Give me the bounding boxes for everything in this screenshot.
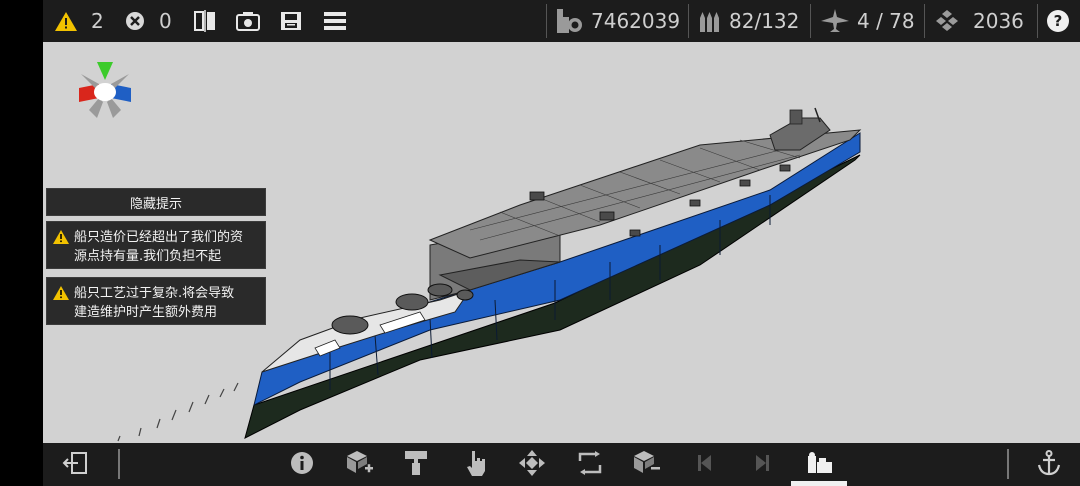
bottom-toolbar [43,443,1080,486]
error-count: 0 [159,9,172,33]
warning-icon [53,286,71,306]
remove-block-button[interactable] [626,443,666,486]
select-button[interactable] [456,443,496,486]
add-block-button[interactable] [339,443,379,486]
paint-button[interactable] [396,443,436,486]
resources-indicator[interactable]: 2036 [935,0,1024,42]
plane-icon [821,9,849,33]
anchor-icon [1037,449,1061,480]
mirror-icon [193,10,217,32]
hint-text-line: 建造维护时产生额外费用 [74,305,218,320]
prev-icon [695,453,715,477]
resources-value: 2036 [973,9,1024,33]
cost-indicator[interactable]: 7462039 [557,0,680,42]
active-tool-indicator [791,481,847,486]
prev-button[interactable] [685,443,725,486]
hide-hints-button[interactable]: 隐藏提示 [46,188,266,216]
error-circle-icon [125,11,145,31]
3d-viewport[interactable]: 隐藏提示 船只造价已经超出了我们的资 源点持有量.我们负担不起 船只工艺过于复杂… [43,0,1080,486]
paint-roller-icon [404,450,428,480]
warning-icon [53,230,71,250]
hint-text-line: 船只造价已经超出了我们的资 [74,230,244,245]
remove-block-icon [632,450,660,480]
armament-value: 82/132 [729,9,800,33]
resource-icon [935,10,959,32]
hint-text-line: 源点持有量.我们负担不起 [74,249,222,264]
hand-pointer-icon [465,450,487,480]
svg-text:?: ? [1054,12,1063,30]
camera-icon [236,11,260,31]
orientation-gizmo[interactable] [77,58,133,122]
hint-warning-cost: 船只造价已经超出了我们的资 源点持有量.我们负担不起 [46,221,266,269]
next-icon [752,453,772,477]
armament-indicator[interactable]: 82/132 [699,0,799,42]
add-block-icon [345,450,373,480]
ammo-icon [699,10,721,32]
rotate-icon [577,450,603,479]
save-button[interactable] [280,0,302,42]
aircraft-value: 4 / 78 [857,9,915,33]
warnings-indicator[interactable]: 2 [55,0,104,42]
cost-icon [557,9,583,33]
crew-icon [807,451,833,478]
warning-icon [55,11,77,31]
move-arrows-icon [519,449,545,480]
mirror-button[interactable] [193,0,217,42]
menu-button[interactable] [324,0,346,42]
exit-icon [62,451,88,478]
menu-icon [324,12,346,30]
next-button[interactable] [742,443,782,486]
rotate-button[interactable] [570,443,610,486]
exit-button[interactable] [55,443,95,486]
screenshot-button[interactable] [236,0,260,42]
help-icon: ? [1046,9,1070,33]
hide-hints-label: 隐藏提示 [129,196,182,212]
help-button[interactable]: ? [1046,0,1070,42]
errors-indicator[interactable]: 0 [125,0,172,42]
hint-text-line: 船只工艺过于复杂.将会导致 [74,286,235,301]
save-icon [280,11,302,31]
hint-warning-complexity: 船只工艺过于复杂.将会导致 建造维护时产生额外费用 [46,277,266,325]
cost-value: 7462039 [591,9,681,33]
move-button[interactable] [512,443,552,486]
info-button[interactable] [282,443,322,486]
aircraft-indicator[interactable]: 4 / 78 [821,0,915,42]
anchor-button[interactable] [1029,443,1069,486]
crew-button[interactable] [800,443,840,486]
info-icon [290,451,314,479]
top-toolbar: 2 0 7462039 82/132 4 / 78 2036 ? [43,0,1080,42]
warning-count: 2 [91,9,104,33]
